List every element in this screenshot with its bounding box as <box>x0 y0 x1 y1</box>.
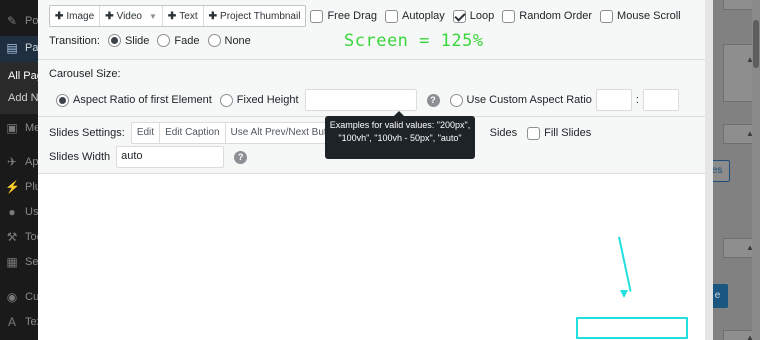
autoplay-checkbox[interactable]: Autoplay <box>384 9 445 23</box>
screen-scale-annotation: Screen = 125% <box>344 31 484 51</box>
tools-icon: ⚒ <box>6 230 18 244</box>
transition-none-radio[interactable]: None <box>207 34 251 47</box>
admin-menu-posts[interactable]: ✎Posts <box>5 14 38 28</box>
submenu-all-pages[interactable]: All Pages <box>8 70 38 82</box>
loop-checkbox[interactable]: Loop <box>452 9 494 23</box>
right-metabox <box>723 44 753 102</box>
transition-row: Transition: Slide Fade None <box>49 34 251 47</box>
admin-sidebar: ✎Posts ▤Pages All Pages Add New ▣Media ✈… <box>0 0 38 340</box>
admin-menu-media[interactable]: ▣Media <box>5 121 38 135</box>
plus-icon: ✚ <box>208 10 218 22</box>
comments-icon: ▣ <box>6 121 18 135</box>
transition-slide-radio[interactable]: Slide <box>107 34 149 47</box>
checkbox-box-checked[interactable] <box>452 9 466 23</box>
radio-button[interactable] <box>157 34 171 47</box>
admin-menu-users[interactable]: ●Users <box>5 205 38 219</box>
chevron-down-icon: ▼ <box>148 11 157 21</box>
tab-edit[interactable]: Edit <box>132 123 161 143</box>
valid-values-tooltip: Examples for valid values: "200px", "100… <box>325 111 475 159</box>
divider <box>38 59 705 60</box>
mouse-scroll-checkbox[interactable]: Mouse Scroll <box>600 9 681 23</box>
toolbar: ✚ Image ✚ Video ▼ ✚ Text ✚ Project Thumbnail … <box>49 5 681 27</box>
admin-menu-customize[interactable]: ◉Customize <box>5 290 38 304</box>
slides-settings-row: Slides Settings: Edit Edit Caption Use A… <box>49 122 591 144</box>
custom-aspect-ratio-radio[interactable]: Use Custom Aspect Ratio <box>449 93 592 107</box>
slides-width-label: Slides Width <box>49 151 111 163</box>
transition-label: Transition: <box>49 34 100 47</box>
plus-icon: ✚ <box>105 10 114 22</box>
add-text-button[interactable]: ✚ Text <box>163 6 204 26</box>
radio-button[interactable] <box>219 93 233 107</box>
radio-button[interactable] <box>449 93 463 107</box>
pages-icon: ▤ <box>6 41 18 55</box>
aspect-ratio-width-input[interactable] <box>595 89 632 111</box>
annotation-arrow-icon <box>620 290 628 298</box>
aspect-ratio-first-radio[interactable]: Aspect Ratio of first Element <box>56 93 212 107</box>
admin-menu-plugins[interactable]: ⚡Plugins <box>5 180 38 194</box>
radio-selected[interactable] <box>107 34 121 47</box>
slides-width-input[interactable]: auto <box>116 146 225 168</box>
radio-button[interactable] <box>207 34 221 47</box>
free-drag-checkbox[interactable]: Free Drag <box>310 9 377 23</box>
carousel-preview-canvas[interactable] <box>38 173 705 340</box>
carousel-size-row: Aspect Ratio of first Element Fixed Heig… <box>56 89 679 111</box>
checkbox-box[interactable] <box>310 9 324 23</box>
tab-edit-caption[interactable]: Edit Caption <box>160 123 226 143</box>
slides-settings-label: Slides Settings: <box>49 127 125 139</box>
users-icon: ● <box>8 205 16 219</box>
plus-icon: ✚ <box>167 10 177 22</box>
add-project-thumbnail-button[interactable]: ✚ Project Thumbnail <box>204 6 306 26</box>
ratio-separator: : <box>635 94 639 106</box>
admin-menu-text[interactable]: AText <box>5 315 38 329</box>
page-scrollbar[interactable] <box>752 0 760 340</box>
aspect-ratio-height-input[interactable] <box>642 89 679 111</box>
plus-icon: ✚ <box>55 10 64 22</box>
scrollbar-thumb[interactable] <box>753 20 759 68</box>
modal-scroll-edge <box>705 0 713 340</box>
admin-menu-tools[interactable]: ⚒Tools <box>5 230 38 244</box>
carousel-editor-modal: ✚ Image ✚ Video ▼ ✚ Text ✚ Project Thumbnail … <box>38 0 713 340</box>
transition-fade-radio[interactable]: Fade <box>157 34 200 47</box>
checkbox-box[interactable] <box>502 9 516 23</box>
pin-icon: ✎ <box>6 14 18 28</box>
fill-slides-checkbox[interactable]: Fill Slides <box>527 126 591 140</box>
slides-settings-tabs: Edit Edit Caption Use Alt Prev/Next Butt… <box>130 122 352 144</box>
help-icon[interactable]: ? <box>426 93 440 107</box>
admin-menu-pages[interactable]: ▤Pages <box>5 41 38 55</box>
submenu-add-new[interactable]: Add New <box>8 92 38 104</box>
fixed-height-radio[interactable]: Fixed Height <box>219 93 299 107</box>
admin-menu-appearance[interactable]: ✈Appearance <box>5 155 38 169</box>
add-video-button[interactable]: ✚ Video ▼ <box>100 6 163 26</box>
add-image-button[interactable]: ✚ Image <box>50 6 101 26</box>
admin-menu-settings[interactable]: ▦Settings <box>5 255 38 269</box>
admin-submenu: All Pages Add New <box>0 62 38 114</box>
slides-width-row: Slides Width auto ? <box>49 146 248 168</box>
fixed-height-input[interactable] <box>304 89 417 111</box>
checkbox-box[interactable] <box>384 9 398 23</box>
radio-selected[interactable] <box>56 93 69 107</box>
help-icon[interactable]: ? <box>234 150 248 164</box>
sides-label: Sides <box>489 127 518 139</box>
eye-icon: ◉ <box>6 290 18 304</box>
text-icon: A <box>7 315 16 329</box>
annotation-highlight-box <box>576 317 688 339</box>
checkbox-box[interactable] <box>527 126 541 140</box>
add-element-group: ✚ Image ✚ Video ▼ ✚ Text ✚ Project Thumbnail <box>49 5 307 27</box>
random-order-checkbox[interactable]: Random Order <box>502 9 592 23</box>
checkbox-box[interactable] <box>600 9 614 23</box>
carousel-size-label: Carousel Size: <box>49 68 121 80</box>
appearance-icon: ✈ <box>6 155 18 169</box>
plugins-icon: ⚡ <box>5 180 20 194</box>
settings-icon: ▦ <box>6 255 18 269</box>
